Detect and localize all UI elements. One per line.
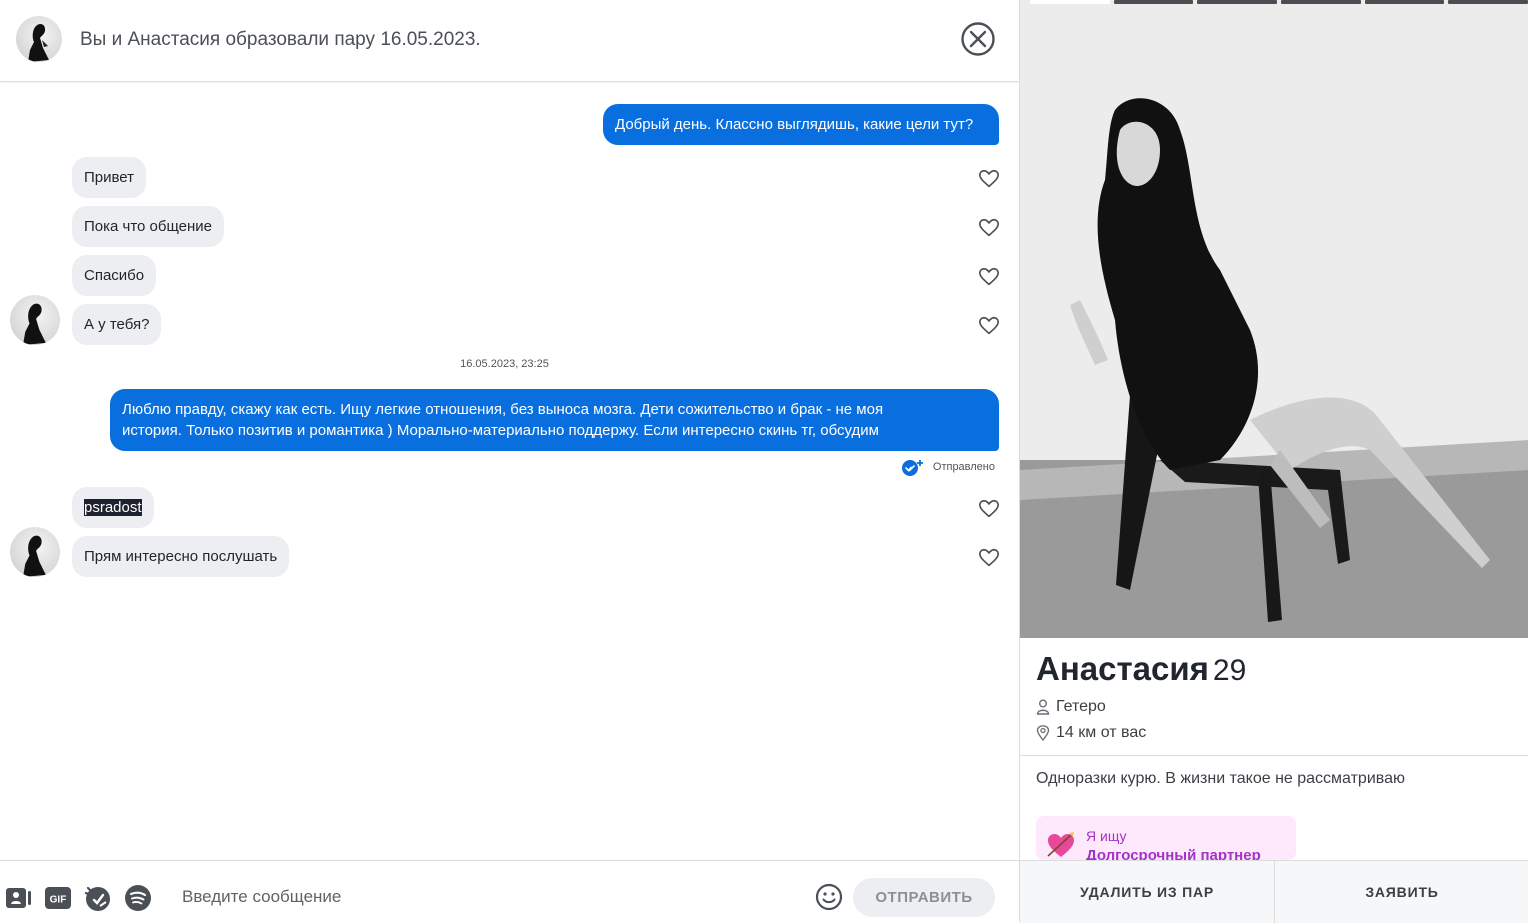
person-icon bbox=[1036, 699, 1050, 715]
message-incoming[interactable]: Пока что общение bbox=[72, 206, 225, 247]
match-avatar[interactable] bbox=[16, 16, 62, 62]
message-line: Люблю правду, скажу как есть. Ищу легкие… bbox=[122, 401, 884, 418]
message-input[interactable] bbox=[170, 879, 814, 915]
message-incoming[interactable]: Прям интересно послушать bbox=[72, 536, 290, 577]
profile-name: Анастасия 29 bbox=[1036, 650, 1246, 688]
distance-row: 14 км от вас bbox=[1036, 724, 1146, 742]
photo-indicator[interactable] bbox=[1364, 0, 1445, 4]
message-incoming[interactable]: psradost bbox=[72, 487, 154, 528]
profile-name-text: Анастасия bbox=[1036, 650, 1209, 687]
match-title: Вы и Анастасия образовали пару 16.05.202… bbox=[80, 29, 481, 50]
like-heart-icon[interactable] bbox=[978, 315, 1000, 337]
message-incoming[interactable]: Спасибо bbox=[72, 255, 157, 296]
sent-check-icon bbox=[901, 460, 923, 476]
profile-bio: Одноразки курю. В жизни такое не рассмат… bbox=[1036, 770, 1405, 787]
like-heart-icon[interactable] bbox=[978, 168, 1000, 190]
photo-indicator[interactable] bbox=[1197, 0, 1278, 4]
profile-actions: УДАЛИТЬ ИЗ ПАР ЗАЯВИТЬ bbox=[1020, 860, 1528, 923]
message-incoming[interactable]: А у тебя? bbox=[72, 304, 162, 345]
message-outgoing-long[interactable]: Люблю правду, скажу как есть. Ищу легкие… bbox=[110, 389, 999, 451]
spotify-icon[interactable] bbox=[124, 884, 152, 912]
heart-arrow-icon bbox=[1047, 832, 1074, 857]
emoji-icon[interactable] bbox=[815, 883, 843, 911]
profile-age: 29 bbox=[1212, 654, 1247, 687]
sent-status-text: Отправлено bbox=[932, 461, 995, 473]
photo-pager[interactable] bbox=[1030, 0, 1528, 4]
gif-label: GIF bbox=[50, 895, 67, 906]
divider bbox=[1020, 755, 1528, 756]
looking-for-value: Долгосрочный партнер bbox=[1086, 847, 1261, 860]
chat-header: Вы и Анастасия образовали пару 16.05.202… bbox=[0, 0, 1019, 82]
delivery-status: Отправлено bbox=[901, 458, 995, 476]
contact-card-icon[interactable] bbox=[5, 884, 33, 912]
photo-indicator[interactable] bbox=[1448, 0, 1528, 4]
report-button[interactable]: ЗАЯВИТЬ bbox=[1274, 861, 1528, 923]
orientation-text: Гетеро bbox=[1056, 698, 1106, 715]
chat-panel: Вы и Анастасия образовали пару 16.05.202… bbox=[0, 0, 1019, 923]
message-composer: GIF ОТПРАВИТЬ bbox=[0, 860, 1019, 923]
distance-text: 14 км от вас bbox=[1056, 724, 1147, 741]
photo-indicator[interactable] bbox=[1281, 0, 1361, 4]
orientation-row: Гетеро bbox=[1036, 698, 1106, 716]
sender-avatar[interactable] bbox=[10, 295, 60, 345]
message-line: история. Только позитив и романтика ) Мо… bbox=[122, 422, 879, 439]
profile-photo[interactable] bbox=[1020, 0, 1528, 638]
send-button[interactable]: ОТПРАВИТЬ bbox=[853, 878, 995, 917]
message-incoming[interactable]: Привет bbox=[72, 157, 147, 198]
like-heart-icon[interactable] bbox=[978, 217, 1000, 239]
like-heart-icon[interactable] bbox=[978, 547, 1000, 569]
looking-for-label: Я ищу bbox=[1086, 828, 1127, 844]
message-outgoing[interactable]: Добрый день. Классно выглядишь, какие це… bbox=[603, 104, 999, 145]
photo-indicator[interactable] bbox=[1030, 0, 1110, 4]
sticker-icon[interactable] bbox=[84, 884, 112, 912]
gif-icon[interactable]: GIF bbox=[44, 884, 72, 912]
looking-for-card: Я ищу Долгосрочный партнер bbox=[1036, 816, 1296, 860]
photo-indicator[interactable] bbox=[1113, 0, 1194, 4]
selected-text[interactable]: psradost bbox=[84, 499, 142, 516]
close-icon[interactable] bbox=[960, 21, 996, 57]
message-list[interactable]: Добрый день. Классно выглядишь, какие це… bbox=[0, 82, 1019, 860]
sender-avatar[interactable] bbox=[10, 527, 60, 577]
like-heart-icon[interactable] bbox=[978, 266, 1000, 288]
message-timestamp: 16.05.2023, 23:25 bbox=[460, 358, 549, 370]
profile-panel: Анастасия 29 Гетеро 14 км от вас Одноразк… bbox=[1019, 0, 1528, 923]
like-heart-icon[interactable] bbox=[978, 498, 1000, 520]
unmatch-button[interactable]: УДАЛИТЬ ИЗ ПАР bbox=[1020, 861, 1274, 923]
location-pin-icon bbox=[1036, 725, 1050, 741]
